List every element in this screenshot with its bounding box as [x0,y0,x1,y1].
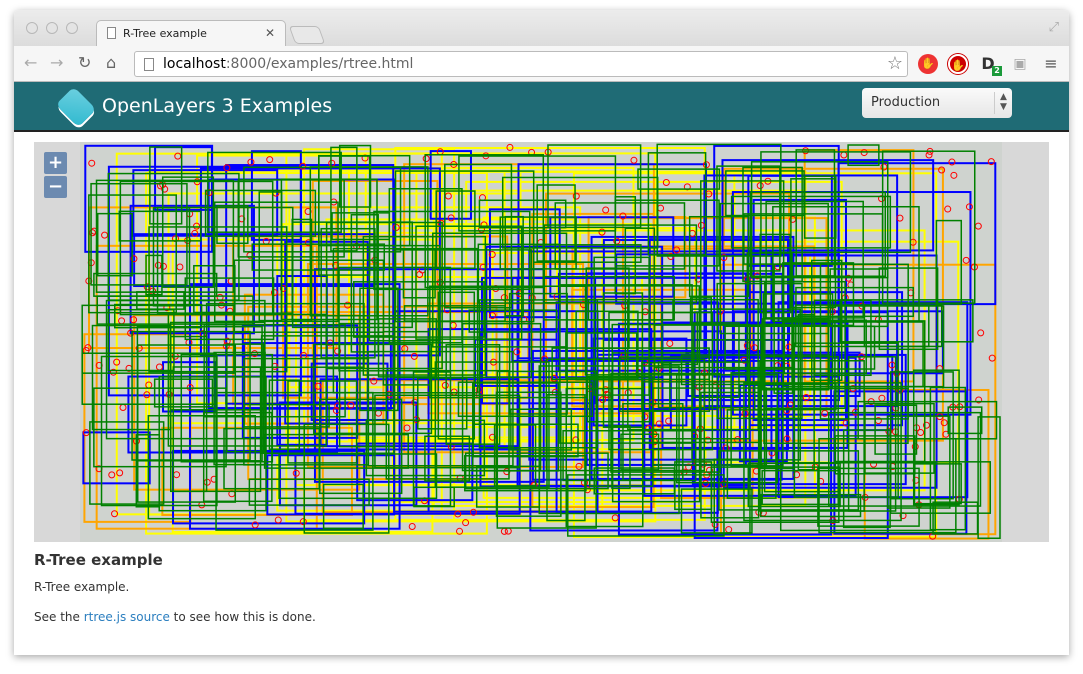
url-path: :8000/examples/rtree.html [225,56,414,72]
source-suffix: to see how this is done. [169,610,316,624]
extension-badge: 2 [992,66,1002,76]
tab-title: R-Tree example [123,27,207,40]
address-bar[interactable]: localhost:8000/examples/rtree.html ☆ [134,51,908,77]
close-window-button[interactable] [26,22,38,34]
rtree-layer [80,142,1002,542]
android-icon[interactable]: ▣ [1010,54,1030,74]
tab-rtree[interactable]: R-Tree example ✕ [96,20,286,46]
url-host: localhost [163,56,226,72]
home-icon[interactable]: ⌂ [106,54,116,72]
document-icon [107,27,116,39]
site-header: OpenLayers 3 Examples Production ▲ ▼ [14,82,1069,132]
adblock-icon[interactable]: ✋ [948,54,968,74]
example-title: R-Tree example [34,551,163,569]
browser-window: R-Tree example ✕ ⤢ ← → ↻ ⌂ localhost:800… [14,10,1069,655]
close-tab-icon[interactable]: ✕ [265,26,275,40]
title-bar: R-Tree example ✕ ⤢ [14,10,1069,46]
source-note: See the rtree.js source to see how this … [34,609,316,625]
mode-select[interactable]: Production ▲ ▼ [862,88,1012,118]
minimize-window-button[interactable] [46,22,58,34]
extension-d-icon[interactable]: D2 [978,54,1002,76]
fullscreen-icon[interactable]: ⤢ [1049,20,1059,35]
source-link[interactable]: rtree.js source [84,610,170,624]
page-icon [144,58,154,71]
reload-icon[interactable]: ↻ [78,54,91,72]
new-tab-button[interactable] [288,26,326,44]
source-prefix: See the [34,610,84,624]
browser-toolbar: ← → ↻ ⌂ localhost:8000/examples/rtree.ht… [14,46,1069,82]
select-arrows-icon: ▲ ▼ [994,92,1012,114]
back-icon[interactable]: ← [24,54,37,72]
brand-title[interactable]: OpenLayers 3 Examples [102,94,332,118]
example-info: R-Tree example R-Tree example. See the r… [34,550,316,639]
bookmark-star-icon[interactable]: ☆ [887,54,903,74]
forward-icon[interactable]: → [50,54,63,72]
zoom-in-button[interactable]: + [44,152,67,174]
mode-select-value: Production [871,95,941,110]
extension-hand-icon[interactable]: ✋ [918,54,938,74]
zoom-out-button[interactable]: − [44,176,67,198]
menu-icon[interactable]: ≡ [1041,54,1061,74]
zoom-control: + − [44,152,67,200]
openlayers-logo-icon [55,86,97,128]
zoom-window-button[interactable] [66,22,78,34]
map[interactable]: + − [34,142,1049,542]
example-description: R-Tree example. [34,580,130,594]
